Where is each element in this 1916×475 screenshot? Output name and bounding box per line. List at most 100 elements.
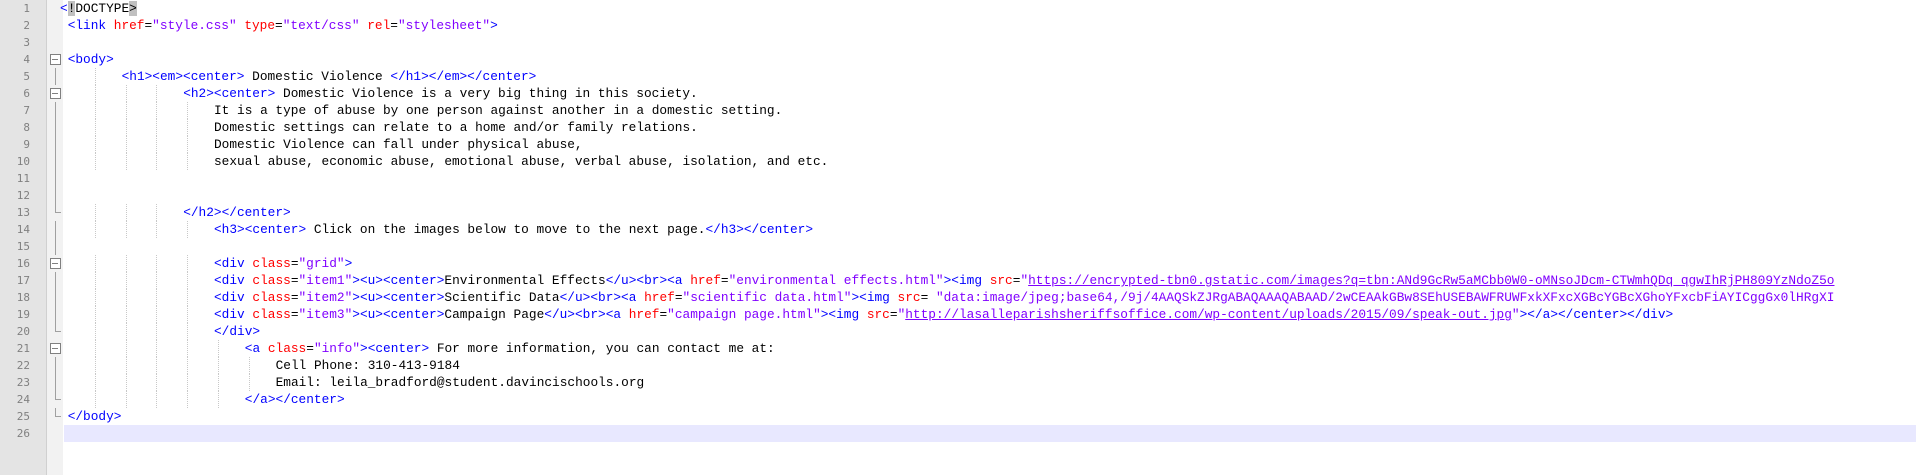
code-text[interactable] bbox=[64, 187, 1916, 204]
line-number: 14 bbox=[16, 223, 30, 236]
code-line[interactable]: 18 <div class="item2"><u><center>Scientif… bbox=[0, 289, 1916, 306]
code-lines[interactable]: 1 <!DOCTYPE> 2 <link href="style.css" type=… bbox=[0, 0, 1916, 442]
indent-guide bbox=[156, 102, 158, 119]
code-line[interactable]: 16 <div class="grid"> bbox=[0, 255, 1916, 272]
code-text[interactable]: <h3><center> Click on the images below t… bbox=[64, 221, 1916, 238]
token-txt: = bbox=[720, 273, 729, 288]
code-text[interactable]: </h2></center> bbox=[64, 204, 1916, 221]
code-text[interactable]: <div class="item2"><u><center>Scientific… bbox=[64, 289, 1916, 306]
code-text[interactable] bbox=[64, 425, 1916, 442]
fold-guide-icon bbox=[48, 408, 62, 425]
code-line[interactable]: 13 </h2></center> bbox=[0, 204, 1916, 221]
indent-guide bbox=[125, 153, 127, 170]
indent-guide bbox=[94, 221, 96, 238]
token-txt: = bbox=[306, 341, 314, 356]
code-line[interactable]: 12 bbox=[0, 187, 1916, 204]
code-line[interactable]: 3 bbox=[0, 34, 1916, 51]
line-number: 22 bbox=[16, 359, 30, 372]
code-text[interactable]: </a></center> bbox=[64, 391, 1916, 408]
code-line[interactable]: 9 Domestic Violence can fall under physic… bbox=[0, 136, 1916, 153]
code-line[interactable]: 8 Domestic settings can relate to a home … bbox=[0, 119, 1916, 136]
code-tokens: <div class="item3"><u><center>Campaign P… bbox=[214, 306, 1673, 323]
indent-guide bbox=[187, 102, 189, 119]
code-text[interactable]: <a class="info"><center> For more inform… bbox=[64, 340, 1916, 357]
code-line[interactable]: 2 <link href="style.css" type="text/css" … bbox=[0, 17, 1916, 34]
code-line[interactable]: 24 </a></center> bbox=[0, 391, 1916, 408]
line-number: 17 bbox=[16, 274, 30, 287]
code-line[interactable]: 22 Cell Phone: 310-413-9184 bbox=[0, 357, 1916, 374]
token-txt: sexual abuse, economic abuse, emotional … bbox=[214, 154, 829, 169]
code-text[interactable]: It is a type of abuse by one person agai… bbox=[64, 102, 1916, 119]
code-text[interactable]: <!DOCTYPE> bbox=[60, 0, 1916, 17]
fold-toggle-icon[interactable] bbox=[48, 340, 62, 357]
token-txt: Scientific Data bbox=[444, 290, 560, 305]
code-line[interactable]: 7 It is a type of abuse by one person aga… bbox=[0, 102, 1916, 119]
code-text[interactable]: <div class="item3"><u><center>Campaign P… bbox=[64, 306, 1916, 323]
code-line[interactable]: 19 <div class="item3"><u><center>Campaign… bbox=[0, 306, 1916, 323]
token-tag: ><u><center> bbox=[352, 307, 445, 322]
code-text[interactable]: </div> bbox=[64, 323, 1916, 340]
code-line[interactable]: 17 <div class="item1"><u><center>Environm… bbox=[0, 272, 1916, 289]
fold-toggle-icon[interactable] bbox=[48, 85, 62, 102]
indent-guide bbox=[94, 323, 96, 340]
token-attr: class bbox=[252, 256, 291, 271]
code-text[interactable]: </body> bbox=[64, 408, 1916, 425]
line-number: 23 bbox=[16, 376, 30, 389]
code-text[interactable] bbox=[64, 238, 1916, 255]
token-tag: <h3><center> bbox=[214, 222, 307, 237]
code-line[interactable]: 23 Email: leila_bradford@student.davincis… bbox=[0, 374, 1916, 391]
indent-guide bbox=[94, 374, 96, 391]
code-text[interactable]: sexual abuse, economic abuse, emotional … bbox=[64, 153, 1916, 170]
code-text[interactable] bbox=[64, 170, 1916, 187]
code-line[interactable]: 1 <!DOCTYPE> bbox=[0, 0, 1916, 17]
token-tag: </div> bbox=[214, 324, 261, 339]
code-text[interactable]: <div class="grid"> bbox=[64, 255, 1916, 272]
indent-guide bbox=[156, 323, 158, 340]
code-line[interactable]: 25 </body> bbox=[0, 408, 1916, 425]
code-line[interactable]: 20 </div> bbox=[0, 323, 1916, 340]
code-line[interactable]: 15 bbox=[0, 238, 1916, 255]
code-text[interactable]: Email: leila_bradford@student.davincisch… bbox=[64, 374, 1916, 391]
code-text[interactable]: <div class="item1"><u><center>Environmen… bbox=[64, 272, 1916, 289]
code-text[interactable]: <h2><center> Domestic Violence is a very… bbox=[64, 85, 1916, 102]
code-text[interactable]: Domestic settings can relate to a home a… bbox=[64, 119, 1916, 136]
code-line[interactable]: 14 <h3><center> Click on the images below… bbox=[0, 221, 1916, 238]
token-tag: <div bbox=[214, 256, 253, 271]
code-line[interactable]: 5 <h1><em><center> Domestic Violence </h1… bbox=[0, 68, 1916, 85]
code-editor[interactable]: 1 <!DOCTYPE> 2 <link href="style.css" type=… bbox=[0, 0, 1916, 475]
token-tag: <div bbox=[214, 307, 253, 322]
token-tag: ></a></center></div> bbox=[1519, 307, 1674, 322]
code-text[interactable]: <h1><em><center> Domestic Violence </h1>… bbox=[64, 68, 1916, 85]
indent-guide bbox=[94, 391, 96, 408]
code-tokens: <body> bbox=[68, 51, 114, 68]
token-val: "text/css" bbox=[282, 18, 368, 33]
token-tag: </u><br><a bbox=[544, 307, 629, 322]
token-txt: = bbox=[674, 290, 683, 305]
code-tokens: <div class="item1"><u><center>Environmen… bbox=[214, 272, 1834, 289]
code-line[interactable]: 26 bbox=[0, 425, 1916, 442]
fold-guide-icon bbox=[48, 170, 62, 187]
fold-toggle-icon[interactable] bbox=[48, 255, 62, 272]
code-line[interactable]: 4 <body> bbox=[0, 51, 1916, 68]
token-tag: ><u><center> bbox=[352, 273, 445, 288]
code-tokens: sexual abuse, economic abuse, emotional … bbox=[214, 153, 828, 170]
code-text[interactable]: Domestic Violence can fall under physica… bbox=[64, 136, 1916, 153]
code-line[interactable]: 10 sexual abuse, economic abuse, emotiona… bbox=[0, 153, 1916, 170]
code-tokens: Domestic Violence can fall under physica… bbox=[214, 136, 583, 153]
code-text[interactable]: <body> bbox=[64, 51, 1916, 68]
code-line[interactable]: 11 bbox=[0, 170, 1916, 187]
token-tag: </body> bbox=[67, 409, 122, 424]
code-text[interactable]: Cell Phone: 310-413-9184 bbox=[64, 357, 1916, 374]
code-line[interactable]: 21 <a class="info"><center> For more info… bbox=[0, 340, 1916, 357]
indent-guide bbox=[94, 340, 96, 357]
code-text[interactable] bbox=[64, 34, 1916, 51]
indent-guide bbox=[187, 136, 189, 153]
indent-guide bbox=[125, 289, 127, 306]
code-text[interactable]: <link href="style.css" type="text/css" r… bbox=[64, 17, 1916, 34]
token-txt: It is a type of abuse by one person agai… bbox=[214, 103, 783, 118]
fold-toggle-icon[interactable] bbox=[48, 51, 62, 68]
fold-guide-icon bbox=[48, 357, 62, 374]
token-tag: ><img bbox=[820, 307, 867, 322]
token-tag: <link bbox=[67, 18, 114, 33]
code-line[interactable]: 6 <h2><center> Domestic Violence is a ver… bbox=[0, 85, 1916, 102]
